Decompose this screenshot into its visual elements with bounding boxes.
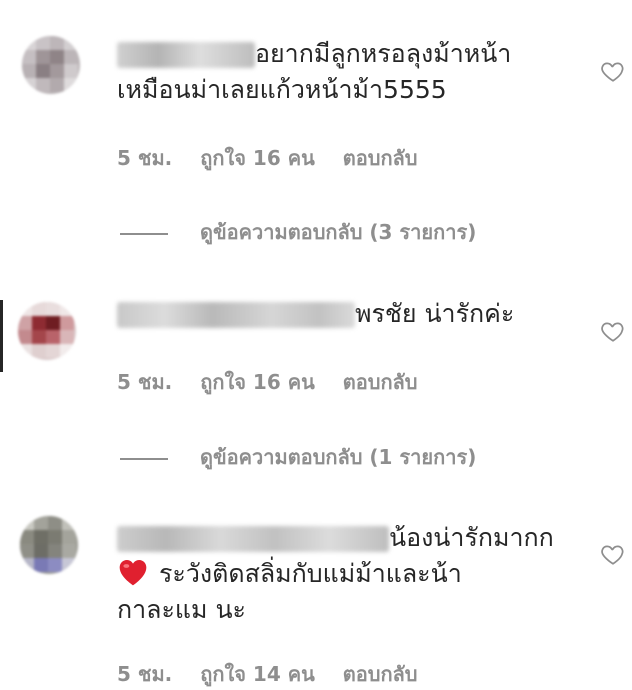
avatar[interactable] [18, 302, 76, 360]
timestamp: 5 ชม. [117, 146, 173, 170]
likes-count[interactable]: ถูกใจ 14 คน [200, 662, 315, 686]
avatar[interactable] [22, 36, 80, 94]
reply-button[interactable]: ตอบกลับ [343, 662, 418, 686]
heart-outline-icon[interactable] [600, 318, 626, 344]
timestamp: 5 ชม. [117, 662, 173, 686]
username-blurred[interactable] [117, 42, 255, 68]
avatar[interactable] [20, 516, 78, 574]
username-blurred[interactable] [117, 302, 355, 328]
heart-outline-icon[interactable] [600, 541, 626, 567]
red-heart-emoji [119, 560, 147, 586]
likes-count[interactable]: ถูกใจ 16 คน [200, 146, 315, 170]
view-replies-button[interactable]: ดูข้อความตอบกลับ (3 รายการ) [120, 216, 476, 248]
username-blurred[interactable] [117, 526, 389, 552]
comment-text: น้องน่ารักมากก [117, 520, 554, 556]
heart-outline-icon[interactable] [600, 58, 626, 84]
comment-text-line-3: กาละแม นะ [117, 595, 246, 624]
reply-button[interactable]: ตอบกลับ [343, 370, 418, 394]
comment-meta: 5 ชม. ถูกใจ 16 คน ตอบกลับ [117, 142, 446, 174]
view-replies-button[interactable]: ดูข้อความตอบกลับ (1 รายการ) [120, 441, 476, 473]
divider-dash [120, 457, 168, 460]
comment-meta: 5 ชม. ถูกใจ 16 คน ตอบกลับ [117, 366, 446, 398]
comment-text: อยากมีลูกหรอลุงม้าหน้า [117, 36, 511, 72]
comment-text: พรชัย น่ารักค่ะ [117, 296, 514, 332]
likes-count[interactable]: ถูกใจ 16 คน [200, 370, 315, 394]
divider-dash [120, 232, 168, 235]
comment-meta: 5 ชม. ถูกใจ 14 คน ตอบกลับ [117, 658, 446, 690]
timestamp: 5 ชม. [117, 370, 173, 394]
reply-button[interactable]: ตอบกลับ [343, 146, 418, 170]
comment-text-line-2: เหมือนม่าเลยแก้วหน้าม้า5555 [117, 75, 447, 104]
left-edge-bar [0, 300, 3, 372]
comment-text-line-2: ระวังติดสลิ่มกับแม่ม้าและน้า [117, 556, 462, 592]
